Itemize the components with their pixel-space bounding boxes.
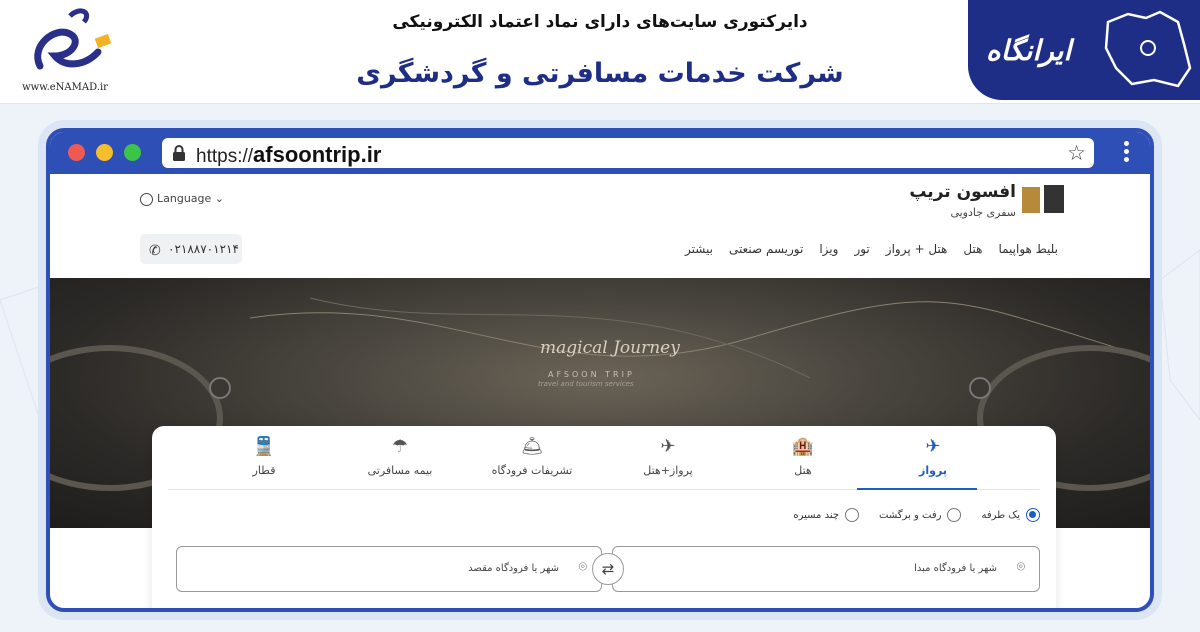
tab-label: قطار [252, 464, 276, 477]
nav-industrial-tourism[interactable]: توریسم صنعتی [729, 242, 803, 256]
main-nav: بلیط هواپیما هتل هتل + پرواز تور ویزا تو… [669, 242, 1058, 256]
nav-more[interactable]: بیشتر [685, 242, 713, 256]
lock-icon [173, 145, 185, 161]
url-text: https://afsoontrip.ir [196, 142, 381, 168]
radio-label: یک طرفه [981, 509, 1020, 521]
radio-label: رفت و برگشت [879, 509, 942, 521]
umbrella-icon: ☂ [391, 436, 409, 457]
active-tab-indicator [857, 488, 977, 490]
minimize-window-dot[interactable] [96, 144, 113, 161]
nav-flight-tickets[interactable]: بلیط هواپیما [998, 242, 1058, 256]
origin-placeholder: شهر یا فرودگاه مبدا [914, 563, 997, 574]
language-label: Language [157, 192, 212, 205]
brand-logo-icon [1022, 185, 1064, 213]
hero-subtitle: AFSOON TRIP [548, 370, 635, 379]
airport-vip-icon: 🛎 [520, 436, 544, 457]
brand-tagline: سفری جادویی [950, 206, 1016, 219]
nav-visa[interactable]: ویزا [819, 242, 838, 256]
location-pin-icon: ⌾ [1016, 559, 1025, 575]
location-pin-icon: ⌾ [578, 559, 587, 575]
browser-menu-icon[interactable] [1124, 141, 1130, 165]
irangah-wordmark: ایرانگاه [986, 34, 1072, 67]
nav-hotel-flight[interactable]: هتل + پرواز [886, 242, 948, 256]
hero-subtitle-2: travel and tourism services [538, 380, 634, 388]
radio-label: چند مسیره [793, 509, 840, 521]
close-window-dot[interactable] [68, 144, 85, 161]
radio-circle [845, 508, 860, 522]
tab-label: پرواز+هتل [643, 464, 693, 477]
hero-title: magical Journey [540, 338, 680, 358]
nav-hotel[interactable]: هتل [963, 242, 982, 256]
destination-placeholder: شهر یا فرودگاه مقصد [468, 563, 559, 574]
enamad-banner: www.eNAMAD.ir دایرکتوری سایت‌های دارای ن… [0, 0, 1200, 104]
site-page: افسون تریپ سفری جادویی Language ⌄ بلیط ه… [50, 174, 1150, 608]
language-selector[interactable]: Language ⌄ [140, 192, 224, 206]
train-icon: 🚆 [252, 436, 276, 457]
phone-number: ۰۲۱۸۸۷۰۱۲۱۴ [168, 242, 239, 256]
radio-circle [1026, 508, 1040, 522]
bookmark-star-icon[interactable]: ☆ [1067, 141, 1086, 165]
tab-flight-hotel[interactable]: ✈ پرواز+هتل [608, 436, 728, 477]
phone-button[interactable]: ✆ ۰۲۱۸۸۷۰۱۲۱۴ [140, 234, 242, 264]
tab-label: بیمه مسافرتی [367, 464, 433, 477]
brand-name[interactable]: افسون تریپ [908, 182, 1016, 202]
tab-train[interactable]: 🚆 قطار [204, 436, 324, 477]
tab-label: تشریفات فرودگاه [491, 464, 573, 477]
hotel-icon: 🏨 [791, 436, 815, 457]
search-card: ✈ پرواز 🏨 هتل ✈ پرواز+هتل 🛎 تشریفات فرود… [152, 426, 1056, 608]
swap-icon: ⇄ [601, 560, 615, 578]
radio-round-trip[interactable]: رفت و برگشت [879, 508, 962, 522]
globe-icon [140, 192, 153, 206]
swap-route-button[interactable]: ⇄ [592, 553, 624, 585]
tab-flight[interactable]: ✈ پرواز [873, 436, 993, 477]
radio-circle [947, 508, 962, 522]
tab-travel-insurance[interactable]: ☂ بیمه مسافرتی [340, 436, 460, 477]
iran-map-icon [1104, 10, 1192, 88]
radio-multi-city[interactable]: چند مسیره [793, 508, 860, 522]
destination-field[interactable]: شهر یا فرودگاه مقصد ⌾ [176, 546, 602, 592]
radio-one-way[interactable]: یک طرفه [981, 508, 1040, 522]
chevron-down-icon: ⌄ [214, 192, 225, 205]
browser-window: https://afsoontrip.ir ☆ افسون تریپ سفری … [46, 128, 1154, 612]
flight-icon: ✈ [925, 436, 941, 457]
url-prefix: https:// [196, 146, 254, 167]
directory-title: دایرکتوری سایت‌های دارای نماد اعتماد الک… [392, 12, 808, 32]
tab-airport-vip[interactable]: 🛎 تشریفات فرودگاه [472, 436, 592, 477]
tab-label: هتل [794, 464, 812, 477]
irangah-logo[interactable]: ایرانگاه [968, 0, 1200, 100]
origin-field[interactable]: شهر یا فرودگاه مبدا ⌾ [612, 546, 1040, 592]
url-domain: afsoontrip.ir [253, 142, 382, 167]
nav-tour[interactable]: تور [854, 242, 869, 256]
company-title: شرکت خدمات مسافرتی و گردشگری [356, 58, 844, 89]
tab-hotel[interactable]: 🏨 هتل [743, 436, 863, 477]
maximize-window-dot[interactable] [124, 144, 141, 161]
browser-toolbar: https://afsoontrip.ir ☆ [50, 132, 1150, 174]
flight-hotel-icon: ✈ [660, 436, 676, 457]
tab-label: پرواز [919, 464, 947, 477]
phone-icon: ✆ [149, 243, 161, 259]
address-bar[interactable]: https://afsoontrip.ir ☆ [162, 138, 1094, 168]
enamad-url[interactable]: www.eNAMAD.ir [10, 82, 120, 93]
service-tabs: ✈ پرواز 🏨 هتل ✈ پرواز+هتل 🛎 تشریفات فرود… [168, 426, 1040, 490]
trip-type-options: یک طرفه رفت و برگشت چند مسیره [773, 508, 1040, 522]
